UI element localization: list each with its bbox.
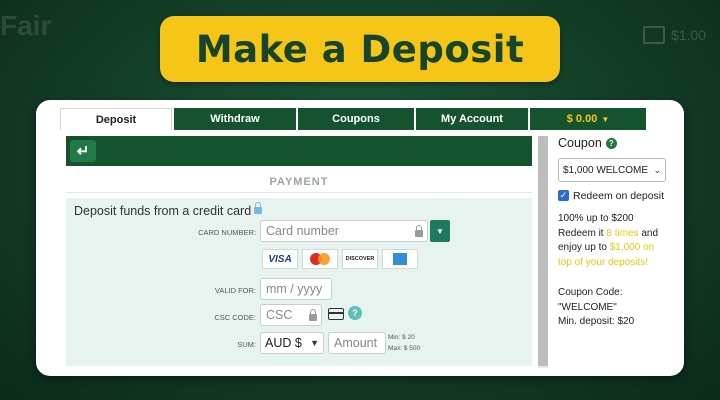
card-number-placeholder: Card number	[266, 224, 339, 238]
discover-logo: DISCOVER	[342, 249, 378, 269]
valid-for-label: VALID FOR:	[214, 286, 256, 295]
tab-my-account-label: My Account	[441, 113, 503, 125]
return-arrow-icon: ↵	[76, 143, 90, 160]
saved-cards-dropdown-button[interactable]: ▼	[430, 220, 450, 242]
credit-card-icon	[328, 308, 344, 320]
credit-card-form: Deposit funds from a credit card CARD NU…	[66, 198, 532, 366]
expiry-input[interactable]: mm / yyyy	[260, 278, 332, 300]
expiry-placeholder: mm / yyyy	[266, 282, 323, 296]
coupon-heading: Coupon ?	[558, 136, 670, 150]
tab-deposit-label: Deposit	[95, 113, 137, 126]
redeem-checkbox[interactable]: ✓	[558, 190, 569, 201]
csc-placeholder: CSC	[266, 308, 293, 322]
coupon-code-value: "WELCOME"	[558, 301, 617, 313]
caret-down-icon: ▼	[601, 114, 610, 124]
tab-coupons[interactable]: Coupons	[298, 108, 414, 130]
tab-deposit[interactable]: Deposit	[60, 108, 172, 130]
amount-placeholder: Amount	[334, 336, 378, 350]
discover-logo-text: DISCOVER	[345, 256, 375, 262]
lock-icon	[415, 225, 423, 237]
min-amount: Min: $ 20	[388, 334, 415, 341]
chevron-down-icon: ▼	[436, 226, 444, 236]
tab-my-account[interactable]: My Account	[416, 108, 528, 130]
redeem-label: Redeem on deposit	[573, 190, 665, 202]
coupon-help-icon[interactable]: ?	[605, 137, 617, 149]
background-balance: $1.00	[642, 26, 706, 44]
background-balance-value: $1.00	[670, 27, 706, 43]
lock-icon	[309, 309, 317, 321]
help-glyph: ?	[352, 308, 358, 318]
max-amount: Max: $ 500	[388, 345, 421, 352]
balance-value: $ 0.00	[566, 113, 598, 125]
coupon-section: Coupon ? $1,000 WELCOME ⌄ ✓ Redeem on de…	[558, 136, 670, 327]
tab-withdraw[interactable]: Withdraw	[174, 108, 296, 130]
payment-divider	[66, 192, 532, 193]
currency-select[interactable]: AUD $ ▼	[260, 332, 324, 354]
background-logo: Fair	[0, 10, 52, 41]
help-glyph: ?	[608, 138, 614, 148]
coupon-promo-text: 100% up to $200 Redeem it 8 times and en…	[558, 212, 670, 270]
deposit-panel: Deposit Withdraw Coupons My Account $ 0.…	[36, 100, 684, 376]
chevron-down-icon: ▼	[310, 338, 319, 348]
visa-logo-text: VISA	[268, 253, 292, 265]
mastercard-circles	[310, 253, 330, 265]
mastercard-logo	[302, 249, 338, 269]
payment-header-bar: ↵	[66, 136, 532, 166]
tab-coupons-label: Coupons	[332, 113, 380, 125]
coupon-code-info: Coupon Code: "WELCOME" Min. deposit: $20	[558, 286, 670, 330]
wallet-icon	[642, 26, 665, 44]
currency-value: AUD $	[265, 336, 302, 350]
tab-bar: Deposit Withdraw Coupons My Account $ 0.…	[60, 108, 648, 130]
checkmark-icon: ✓	[559, 190, 568, 200]
amount-input[interactable]: Amount	[328, 332, 386, 354]
chevron-down-icon: ⌄	[653, 164, 661, 175]
coupon-code-label: Coupon Code:	[558, 287, 623, 298]
coupon-heading-text: Coupon	[558, 136, 602, 150]
csc-help-icon[interactable]: ?	[348, 306, 362, 320]
back-button[interactable]: ↵	[70, 140, 96, 162]
promo-highlight-times: 8 times	[606, 227, 639, 239]
lock-icon	[254, 202, 263, 214]
amex-logo	[382, 249, 418, 269]
csc-input[interactable]: CSC	[260, 304, 322, 326]
coupon-select[interactable]: $1,000 WELCOME ⌄	[558, 158, 666, 182]
card-number-input[interactable]: Card number	[260, 220, 428, 242]
payment-section: ↵ PAYMENT Deposit funds from a credit ca…	[66, 136, 532, 376]
card-number-label: CARD NUMBER:	[198, 228, 256, 237]
sum-label: SUM:	[237, 340, 256, 349]
banner-title: Make a Deposit	[195, 27, 525, 71]
tab-withdraw-label: Withdraw	[210, 113, 260, 125]
csc-label: CSC CODE:	[214, 313, 256, 322]
balance-dropdown[interactable]: $ 0.00 ▼	[530, 108, 646, 130]
amex-badge	[393, 253, 407, 265]
form-title-text: Deposit funds from a credit card	[74, 204, 252, 218]
coupon-selected-value: $1,000 WELCOME	[563, 164, 649, 176]
payment-heading: PAYMENT	[269, 176, 329, 188]
coupon-min-deposit: Min. deposit: $20	[558, 316, 635, 327]
form-title: Deposit funds from a credit card	[74, 202, 263, 218]
scrollbar-thumb[interactable]	[538, 136, 548, 366]
visa-logo: VISA	[262, 249, 298, 269]
title-banner: Make a Deposit	[160, 16, 560, 82]
